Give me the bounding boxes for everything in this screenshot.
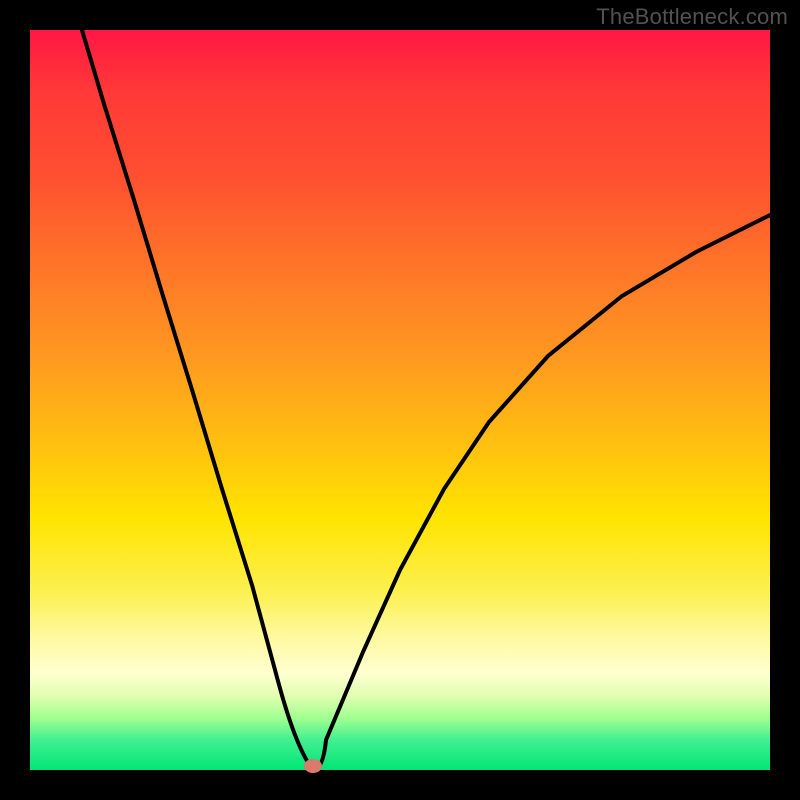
- optimal-point-marker: [304, 759, 322, 773]
- watermark-text: TheBottleneck.com: [596, 4, 788, 30]
- bottleneck-curve: [30, 30, 770, 770]
- chart-plot-area: [30, 30, 770, 770]
- curve-path: [82, 30, 770, 770]
